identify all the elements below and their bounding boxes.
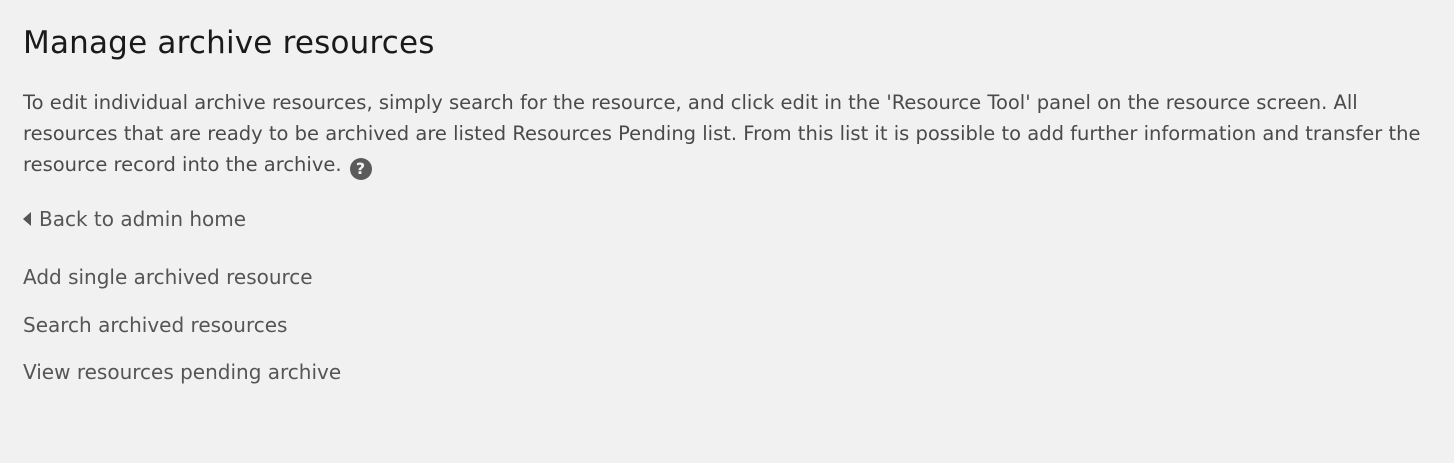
page-title: Manage archive resources — [23, 25, 435, 61]
add-single-archived-resource-link[interactable]: Add single archived resource — [23, 263, 1431, 291]
search-archived-resources-link[interactable]: Search archived resources — [23, 311, 1431, 339]
question-circle-icon[interactable]: ? — [349, 158, 372, 180]
intro-text: To edit individual archive resources, si… — [23, 91, 1421, 176]
view-resources-pending-archive-link[interactable]: View resources pending archive — [23, 358, 1431, 386]
page: Manage archive resources To edit individ… — [0, 0, 1454, 463]
intro-paragraph: To edit individual archive resources, si… — [23, 87, 1433, 180]
archive-links-list: Add single archived resource Search arch… — [23, 263, 1431, 386]
back-to-admin-home-link[interactable]: Back to admin home — [23, 205, 1431, 233]
caret-left-icon — [23, 212, 31, 226]
back-link-label: Back to admin home — [39, 207, 247, 231]
